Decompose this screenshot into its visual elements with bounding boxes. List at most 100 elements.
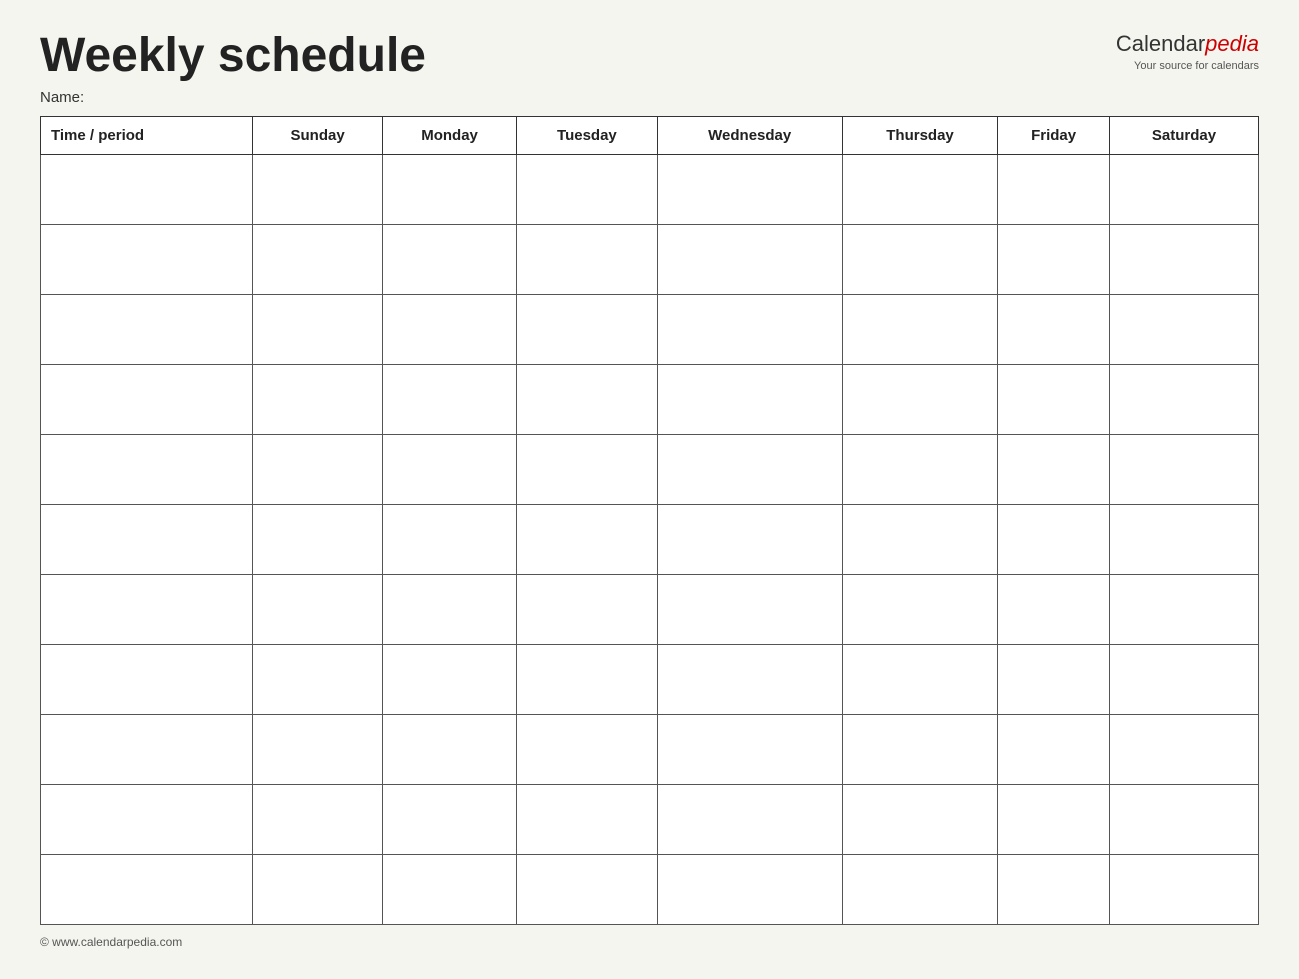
schedule-cell[interactable] [1110, 434, 1259, 504]
schedule-cell[interactable] [382, 784, 516, 854]
schedule-cell[interactable] [657, 854, 842, 924]
time-period-cell[interactable] [41, 854, 253, 924]
schedule-cell[interactable] [842, 154, 997, 224]
schedule-cell[interactable] [253, 294, 383, 364]
table-row[interactable] [41, 714, 1259, 784]
schedule-cell[interactable] [842, 364, 997, 434]
schedule-cell[interactable] [1110, 574, 1259, 644]
schedule-cell[interactable] [1110, 784, 1259, 854]
time-period-cell[interactable] [41, 784, 253, 854]
time-period-cell[interactable] [41, 154, 253, 224]
schedule-cell[interactable] [517, 714, 657, 784]
schedule-cell[interactable] [253, 504, 383, 574]
schedule-cell[interactable] [382, 714, 516, 784]
schedule-cell[interactable] [657, 294, 842, 364]
table-row[interactable] [41, 364, 1259, 434]
schedule-cell[interactable] [657, 784, 842, 854]
schedule-cell[interactable] [382, 854, 516, 924]
schedule-cell[interactable] [253, 644, 383, 714]
schedule-cell[interactable] [998, 574, 1110, 644]
schedule-cell[interactable] [517, 434, 657, 504]
schedule-cell[interactable] [842, 434, 997, 504]
schedule-cell[interactable] [382, 294, 516, 364]
schedule-cell[interactable] [253, 854, 383, 924]
schedule-cell[interactable] [998, 854, 1110, 924]
schedule-cell[interactable] [657, 224, 842, 294]
schedule-cell[interactable] [1110, 714, 1259, 784]
schedule-cell[interactable] [1110, 154, 1259, 224]
schedule-cell[interactable] [253, 154, 383, 224]
schedule-cell[interactable] [998, 154, 1110, 224]
schedule-cell[interactable] [998, 294, 1110, 364]
schedule-cell[interactable] [253, 364, 383, 434]
schedule-cell[interactable] [253, 224, 383, 294]
schedule-cell[interactable] [998, 784, 1110, 854]
schedule-cell[interactable] [1110, 294, 1259, 364]
schedule-cell[interactable] [998, 434, 1110, 504]
time-period-cell[interactable] [41, 644, 253, 714]
schedule-cell[interactable] [842, 644, 997, 714]
time-period-cell[interactable] [41, 224, 253, 294]
schedule-cell[interactable] [657, 574, 842, 644]
schedule-cell[interactable] [1110, 364, 1259, 434]
schedule-cell[interactable] [253, 714, 383, 784]
time-period-cell[interactable] [41, 574, 253, 644]
schedule-cell[interactable] [842, 504, 997, 574]
schedule-cell[interactable] [382, 364, 516, 434]
time-period-cell[interactable] [41, 294, 253, 364]
schedule-cell[interactable] [998, 504, 1110, 574]
schedule-cell[interactable] [517, 574, 657, 644]
schedule-cell[interactable] [382, 154, 516, 224]
table-row[interactable] [41, 784, 1259, 854]
schedule-cell[interactable] [842, 854, 997, 924]
schedule-cell[interactable] [842, 784, 997, 854]
schedule-cell[interactable] [382, 644, 516, 714]
schedule-cell[interactable] [657, 714, 842, 784]
schedule-cell[interactable] [253, 784, 383, 854]
schedule-cell[interactable] [657, 434, 842, 504]
time-period-cell[interactable] [41, 504, 253, 574]
schedule-cell[interactable] [253, 574, 383, 644]
schedule-cell[interactable] [998, 364, 1110, 434]
table-row[interactable] [41, 644, 1259, 714]
schedule-cell[interactable] [842, 714, 997, 784]
schedule-cell[interactable] [998, 224, 1110, 294]
schedule-cell[interactable] [1110, 224, 1259, 294]
time-period-cell[interactable] [41, 364, 253, 434]
table-row[interactable] [41, 574, 1259, 644]
table-row[interactable] [41, 294, 1259, 364]
schedule-cell[interactable] [517, 154, 657, 224]
time-period-cell[interactable] [41, 434, 253, 504]
schedule-cell[interactable] [1110, 854, 1259, 924]
schedule-cell[interactable] [657, 504, 842, 574]
table-row[interactable] [41, 154, 1259, 224]
table-row[interactable] [41, 434, 1259, 504]
schedule-cell[interactable] [517, 224, 657, 294]
schedule-cell[interactable] [517, 644, 657, 714]
schedule-cell[interactable] [657, 644, 842, 714]
schedule-cell[interactable] [998, 714, 1110, 784]
schedule-cell[interactable] [657, 154, 842, 224]
table-row[interactable] [41, 224, 1259, 294]
schedule-cell[interactable] [517, 784, 657, 854]
schedule-cell[interactable] [842, 224, 997, 294]
schedule-cell[interactable] [382, 574, 516, 644]
table-row[interactable] [41, 504, 1259, 574]
schedule-cell[interactable] [517, 294, 657, 364]
schedule-cell[interactable] [382, 224, 516, 294]
schedule-cell[interactable] [382, 504, 516, 574]
schedule-cell[interactable] [517, 854, 657, 924]
schedule-cell[interactable] [517, 364, 657, 434]
col-header-monday: Monday [382, 116, 516, 154]
time-period-cell[interactable] [41, 714, 253, 784]
table-row[interactable] [41, 854, 1259, 924]
schedule-cell[interactable] [842, 574, 997, 644]
schedule-cell[interactable] [1110, 644, 1259, 714]
schedule-cell[interactable] [842, 294, 997, 364]
schedule-cell[interactable] [657, 364, 842, 434]
schedule-cell[interactable] [253, 434, 383, 504]
schedule-cell[interactable] [998, 644, 1110, 714]
schedule-cell[interactable] [382, 434, 516, 504]
schedule-cell[interactable] [517, 504, 657, 574]
schedule-cell[interactable] [1110, 504, 1259, 574]
